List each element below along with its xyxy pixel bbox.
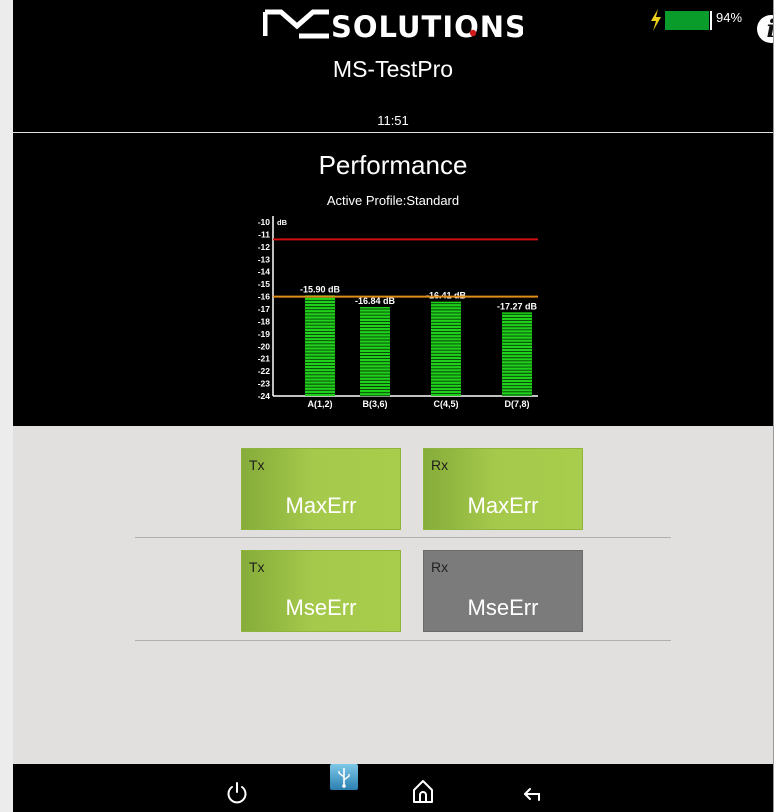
y-axis-label: dB (277, 218, 288, 227)
performance-panel: Performance Active Profile:Standard -10-… (13, 133, 773, 426)
x-tick-label: C(4,5) (433, 399, 458, 409)
bar-B(3,6) (360, 307, 390, 396)
app-title: MS-TestPro (332, 56, 454, 82)
y-tick-label: -11 (258, 229, 270, 239)
data-label: -15.90 dB (300, 284, 341, 294)
back-icon[interactable] (511, 764, 551, 812)
divider (135, 640, 671, 641)
y-tick-label: -13 (258, 254, 271, 264)
tile-direction: Rx (431, 457, 449, 473)
tile-metric: MaxErr (467, 493, 539, 518)
x-tick-label: D(7,8) (504, 399, 529, 409)
tile-rx-maxerr[interactable]: Rx MaxErr (423, 448, 583, 530)
battery-level-bar (665, 11, 709, 30)
tile-metric: MseErr (467, 595, 539, 620)
tile-metric: MaxErr (285, 493, 357, 518)
tile-direction: Tx (249, 559, 265, 575)
header: SOLUTIONS MS-TestPro 11:51 94% i (13, 0, 773, 132)
svg-text:SOLUTIONS: SOLUTIONS (331, 10, 523, 42)
usb-icon[interactable] (329, 764, 359, 812)
y-tick-label: -22 (258, 366, 271, 376)
y-tick-label: -10 (258, 217, 271, 227)
tile-direction: Tx (249, 457, 265, 473)
x-tick-label: A(1,2) (307, 399, 332, 409)
divider (135, 537, 671, 538)
tile-metric: MseErr (285, 595, 357, 620)
charging-icon (651, 9, 661, 31)
y-tick-label: -17 (258, 304, 271, 314)
home-icon[interactable] (403, 764, 443, 812)
battery-edge (710, 11, 712, 30)
power-icon[interactable] (217, 764, 257, 812)
battery-percent: 94% (716, 10, 743, 25)
data-label: -17.27 dB (497, 301, 538, 311)
y-tick-label: -15 (258, 279, 271, 289)
y-tick-label: -24 (258, 391, 271, 401)
y-tick-label: -16 (258, 292, 271, 302)
tile-rx-mseerr[interactable]: Rx MseErr (423, 550, 583, 632)
bar-D(7,8) (502, 312, 532, 396)
app-window: SOLUTIONS MS-TestPro 11:51 94% i Perform… (0, 0, 774, 812)
bottom-nav-bar (13, 764, 773, 812)
y-tick-label: -12 (258, 242, 271, 252)
tile-tx-mseerr[interactable]: Tx MseErr (241, 550, 401, 632)
y-tick-label: -20 (258, 341, 271, 351)
y-tick-label: -23 (258, 379, 271, 389)
tile-tx-maxerr[interactable]: Tx MaxErr (241, 448, 401, 530)
tile-direction: Rx (431, 559, 449, 575)
performance-chart: -10 -11 -12 -13 -14 -15 -16 -17 -18 -19 -20 -21 -22 -… (258, 216, 538, 409)
metrics-area: Tx MaxErr Rx MaxErr Tx MseErr Rx MseErr (13, 426, 773, 764)
clock: 11:51 (377, 113, 409, 128)
y-tick-label: -21 (258, 354, 271, 364)
y-tick-label: -19 (258, 329, 271, 339)
y-tick-label: -18 (258, 316, 271, 326)
x-tick-label: B(3,6) (362, 399, 387, 409)
y-tick-label: -14 (258, 267, 271, 277)
